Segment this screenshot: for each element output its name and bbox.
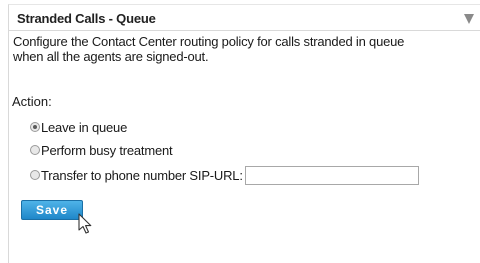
leave-in-queue-label: Leave in queue <box>41 119 128 135</box>
leave-in-queue-radio[interactable] <box>30 122 40 132</box>
transfer-to-phone-label: Transfer to phone number SIP-URL: <box>41 167 243 183</box>
transfer-to-phone-radio[interactable] <box>30 170 40 180</box>
sip-url-input[interactable] <box>245 166 419 185</box>
save-button[interactable]: Save <box>21 200 83 220</box>
panel-title: Stranded Calls - Queue <box>17 11 156 26</box>
collapse-triangle-icon[interactable] <box>464 14 474 24</box>
panel-description: Configure the Contact Center routing pol… <box>13 34 405 64</box>
perform-busy-treatment-radio[interactable] <box>30 145 40 155</box>
panel-header: Stranded Calls - Queue <box>9 5 480 31</box>
action-label: Action: <box>12 94 52 109</box>
option-perform-busy-treatment[interactable]: Perform busy treatment <box>30 142 173 158</box>
mouse-pointer-icon <box>78 213 92 234</box>
perform-busy-treatment-label: Perform busy treatment <box>41 142 173 158</box>
option-leave-in-queue[interactable]: Leave in queue <box>30 119 127 135</box>
option-transfer-to-phone[interactable]: Transfer to phone number SIP-URL: <box>30 167 243 183</box>
